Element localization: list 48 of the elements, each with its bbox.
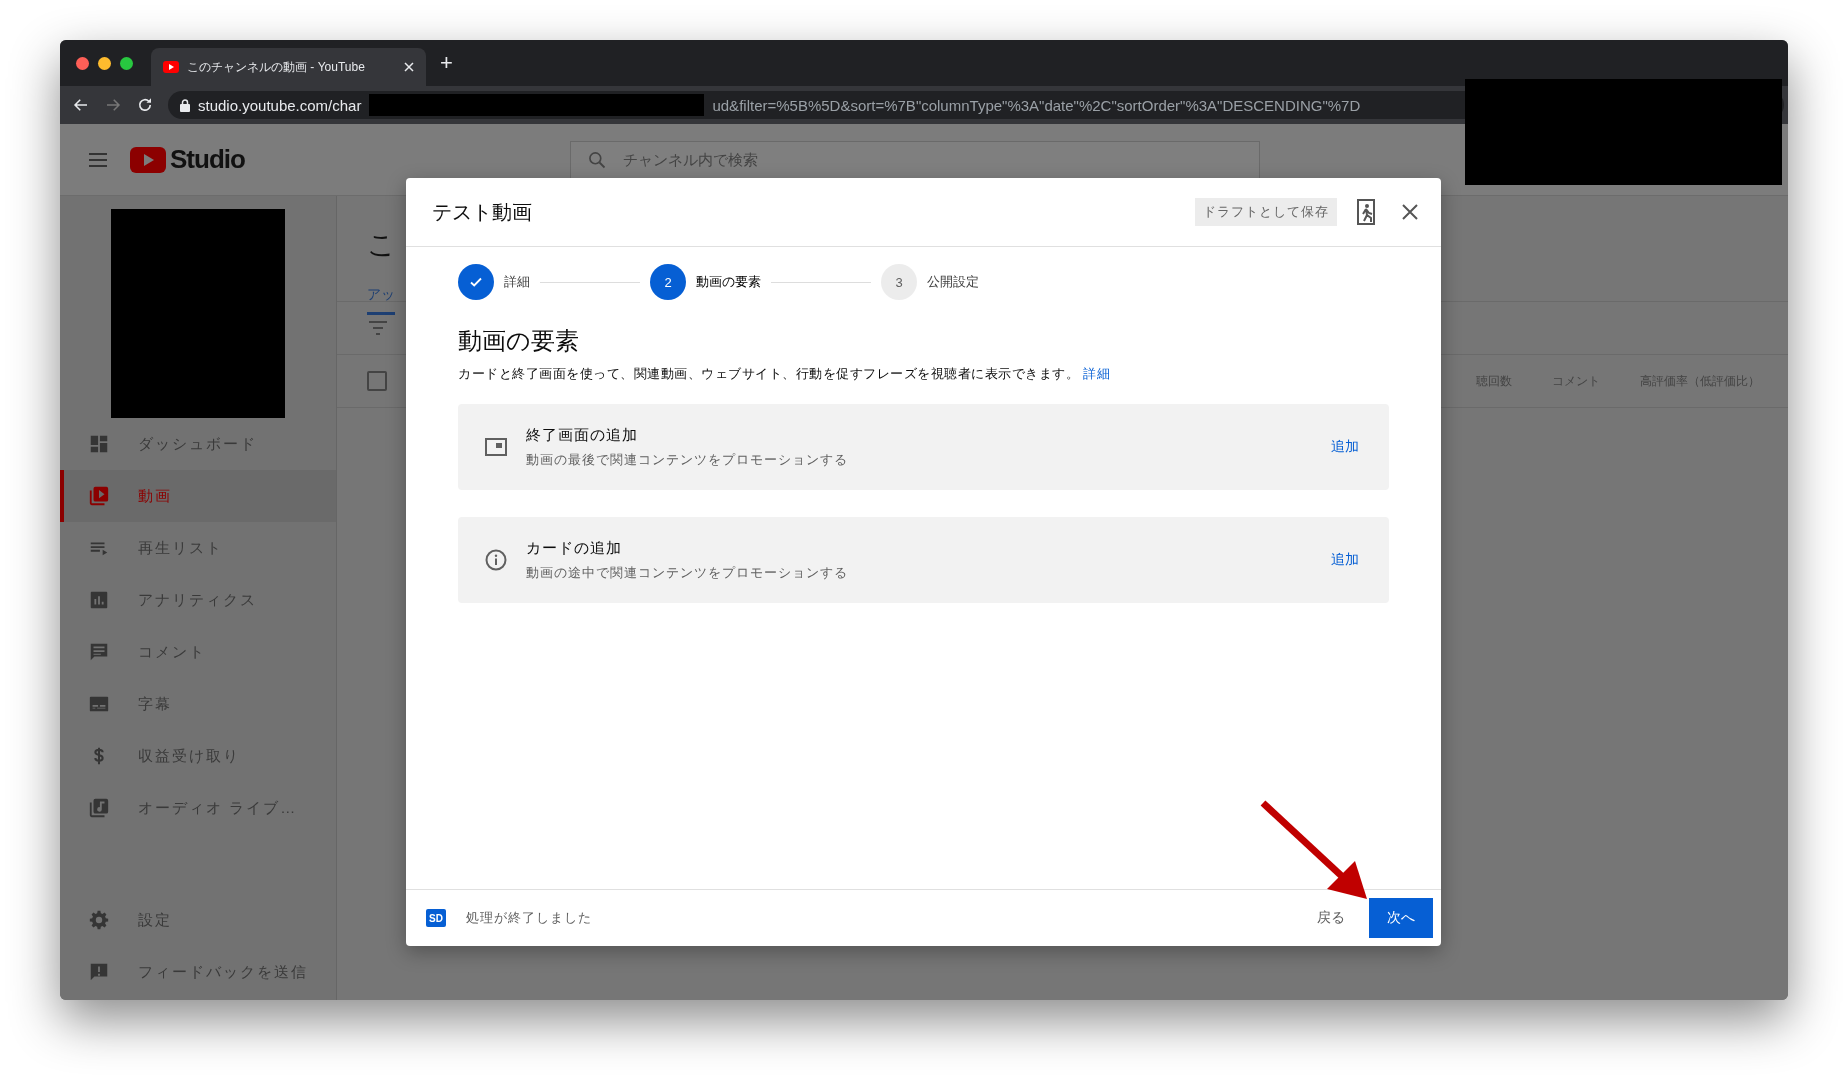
step-circle[interactable]: 3 xyxy=(881,264,917,300)
close-window-button[interactable] xyxy=(76,56,89,70)
section-heading: 動画の要素 xyxy=(458,326,580,356)
step-label: 動画の要素 xyxy=(696,273,761,291)
next-button[interactable]: 次へ xyxy=(1369,898,1433,938)
description: カードと終了画面を使って、関連動画、ウェブサイト、行動を促すフレーズを視聴者に表示できます。 詳細 xyxy=(458,365,1111,383)
settings-icon xyxy=(88,909,110,931)
bar-chart-icon xyxy=(88,589,110,611)
search-icon xyxy=(586,149,607,170)
step-circle[interactable]: 2 xyxy=(650,264,686,300)
play-logo-icon xyxy=(163,61,179,73)
sd-badge: SD xyxy=(426,909,446,927)
add-button[interactable]: 追加 xyxy=(1325,437,1365,457)
video-library-icon xyxy=(88,485,110,507)
sidebar-item[interactable]: 字幕 xyxy=(60,678,336,730)
save-draft-button[interactable]: ドラフトとして保存 xyxy=(1195,198,1337,226)
card-title: 終了画面の追加 xyxy=(526,425,639,445)
dashboard-icon xyxy=(88,433,110,455)
details-link[interactable]: 詳細 xyxy=(1083,366,1110,381)
add-button[interactable]: 追加 xyxy=(1325,550,1365,570)
zoom-window-button[interactable] xyxy=(120,56,133,70)
music-library-icon xyxy=(88,797,110,819)
play-logo-icon xyxy=(130,146,166,173)
step-label: 詳細 xyxy=(504,273,530,291)
info-icon xyxy=(484,548,508,572)
minimize-window-button[interactable] xyxy=(98,56,111,70)
card-subtitle: 動画の途中で関連コンテンツをプロモーションする xyxy=(526,563,849,582)
logo-text: Studio xyxy=(170,144,245,175)
sidebar-item[interactable]: 動画 xyxy=(60,470,336,522)
status-text: 処理が終了しました xyxy=(466,909,593,927)
browser-tab[interactable]: このチャンネルの動画 - YouTube xyxy=(151,48,426,86)
card-subtitle: 動画の最後で関連コンテンツをプロモーションする xyxy=(526,450,849,469)
back-icon[interactable] xyxy=(72,96,90,114)
lock-icon xyxy=(180,98,190,112)
close-icon[interactable] xyxy=(1401,203,1419,221)
checkbox[interactable] xyxy=(367,371,387,391)
dialog-title: テスト動画 xyxy=(432,199,533,225)
reload-icon[interactable] xyxy=(136,96,154,114)
end-screen-icon xyxy=(484,435,508,459)
page-tab[interactable]: アッ xyxy=(367,286,395,315)
step-circle[interactable] xyxy=(458,264,494,300)
back-button[interactable]: 戻る xyxy=(1311,908,1351,928)
forward-icon[interactable] xyxy=(104,96,122,114)
card-title: カードの追加 xyxy=(526,538,623,558)
page-title: こ xyxy=(367,229,396,260)
close-tab-icon[interactable] xyxy=(404,62,414,72)
new-tab-button[interactable]: + xyxy=(440,50,453,76)
step-label: 公開設定 xyxy=(927,273,979,291)
